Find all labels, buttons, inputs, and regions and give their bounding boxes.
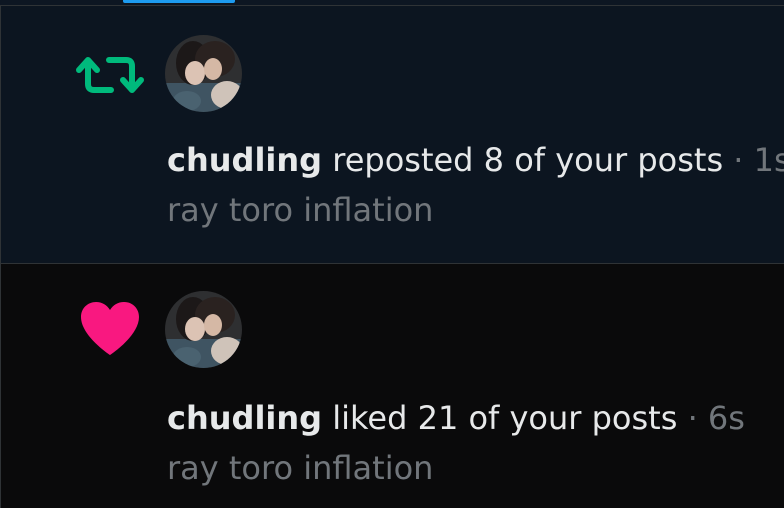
avatar[interactable] (165, 291, 242, 368)
notification-repost[interactable]: chudling reposted 8 of your posts · 1s r… (0, 6, 784, 264)
notification-text: chudling reposted 8 of your posts · 1s (167, 140, 784, 180)
post-preview: ray toro inflation (167, 191, 434, 229)
timestamp: 6s (707, 399, 745, 437)
username[interactable]: chudling (167, 399, 322, 437)
active-tab-indicator (123, 0, 235, 3)
action-text: reposted 8 of your posts (332, 141, 724, 179)
notification-like[interactable]: chudling liked 21 of your posts · 6s ray… (0, 264, 784, 508)
heart-icon (79, 300, 141, 358)
notification-text: chudling liked 21 of your posts · 6s (167, 398, 745, 438)
username[interactable]: chudling (167, 141, 322, 179)
separator: · (733, 141, 744, 179)
action-text: liked 21 of your posts (332, 399, 678, 437)
avatar[interactable] (165, 35, 242, 112)
timestamp: 1s (753, 141, 784, 179)
separator: · (687, 399, 698, 437)
repost-icon (75, 50, 145, 100)
post-preview: ray toro inflation (167, 449, 434, 487)
